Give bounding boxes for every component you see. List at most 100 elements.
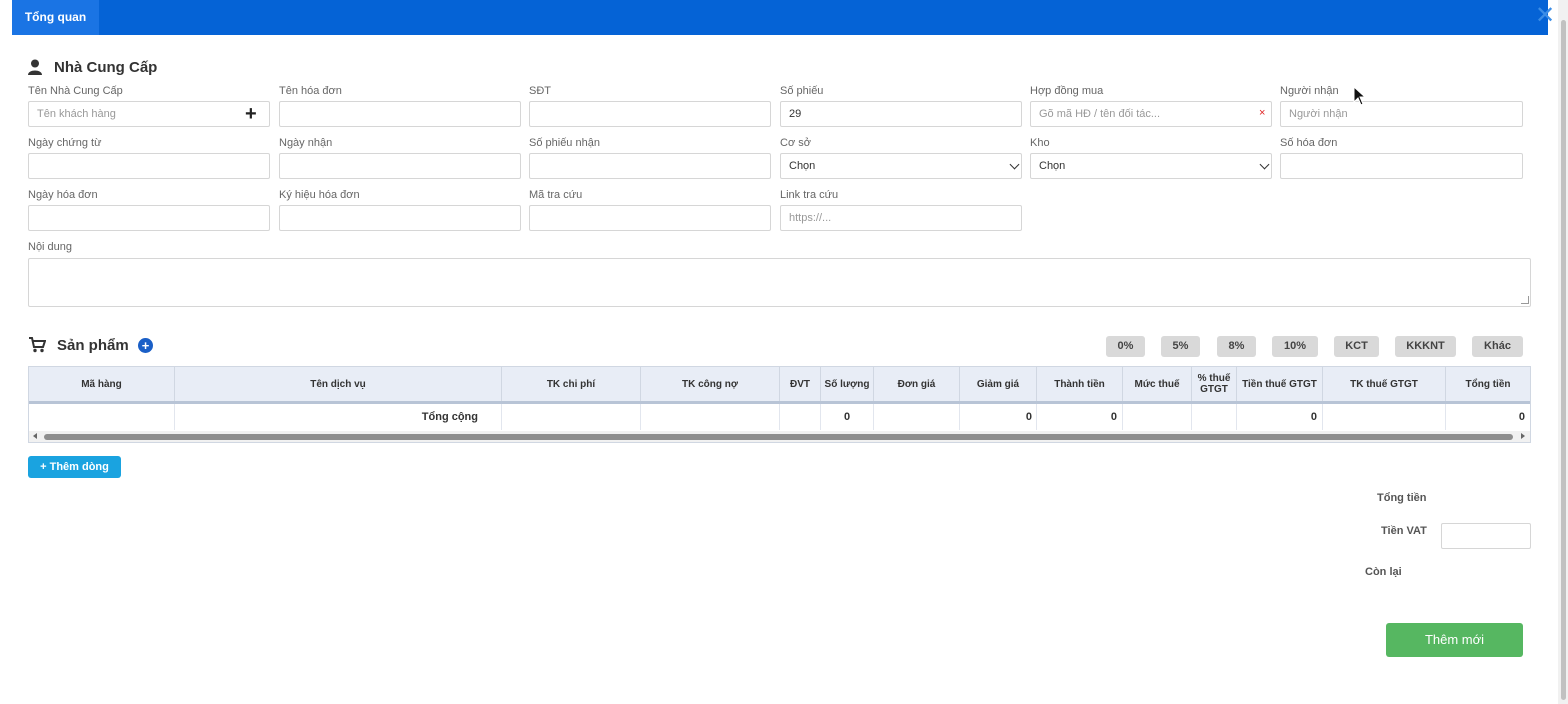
receiver-label: Người nhận — [1280, 85, 1339, 97]
column-header: TK công nợ — [641, 367, 780, 401]
resize-handle-icon[interactable] — [1521, 296, 1529, 304]
document-date-label: Ngày chứng từ — [28, 137, 102, 149]
total-label: Tổng tiền — [1377, 492, 1427, 504]
receipt-no-field[interactable] — [529, 153, 771, 179]
vat-label: Tiền VAT — [1381, 525, 1427, 537]
warehouse-label: Kho — [1030, 137, 1050, 149]
column-header: ĐVT — [780, 367, 821, 401]
table-cell — [780, 404, 821, 430]
voucher-no-label: Số phiếu — [780, 85, 824, 97]
grand-total-cell: 0 — [1518, 411, 1525, 423]
column-header: Mã hàng — [29, 367, 175, 401]
facility-select-value: Chọn — [789, 160, 816, 172]
total-vat-cell: 0 — [1237, 404, 1323, 430]
purchase-contract-label: Hợp đồng mua — [1030, 85, 1104, 97]
column-header: TK thuế GTGT — [1323, 367, 1446, 401]
supplier-section-title: Nhà Cung Cấp — [54, 59, 158, 76]
phone-field[interactable] — [529, 101, 771, 127]
facility-label: Cơ sở — [780, 137, 811, 149]
cart-icon — [29, 337, 46, 353]
scroll-right-icon[interactable] — [1521, 433, 1525, 439]
facility-select[interactable]: Chọn — [780, 153, 1022, 179]
horizontal-scrollbar[interactable] — [29, 431, 1530, 442]
invoice-symbol-field[interactable] — [279, 205, 521, 231]
tax-rate-button[interactable]: 5% — [1161, 336, 1200, 357]
receiver-field[interactable]: Người nhận — [1280, 101, 1523, 127]
invoice-name-field[interactable] — [279, 101, 521, 127]
column-header: Mức thuế — [1123, 367, 1192, 401]
document-date-field[interactable] — [28, 153, 270, 179]
table-cell — [1323, 404, 1446, 430]
invoice-symbol-label: Ký hiệu hóa đơn — [279, 189, 360, 201]
close-icon[interactable]: ✕ — [1534, 3, 1556, 29]
scroll-left-icon[interactable] — [33, 433, 37, 439]
table-cell — [1123, 404, 1192, 430]
user-icon — [28, 59, 42, 75]
tax-rate-button[interactable]: 8% — [1217, 336, 1256, 357]
column-header: Thành tiền — [1037, 367, 1123, 401]
tax-rate-button[interactable]: 0% — [1106, 336, 1145, 357]
table-cell — [29, 404, 175, 430]
table-cell — [874, 404, 960, 430]
receipt-no-label: Số phiếu nhận — [529, 137, 600, 149]
lookup-link-field[interactable]: https://... — [780, 205, 1022, 231]
mouse-cursor-icon — [1353, 86, 1367, 106]
tax-rate-button[interactable]: KKKNT — [1395, 336, 1456, 357]
content-textarea[interactable] — [28, 258, 1531, 307]
lookup-code-label: Mã tra cứu — [529, 189, 583, 201]
warehouse-select[interactable]: Chọn — [1030, 153, 1272, 179]
tab-overview[interactable]: Tổng quan — [12, 0, 99, 35]
received-date-field[interactable] — [279, 153, 521, 179]
invoice-no-label: Số hóa đơn — [1280, 137, 1338, 149]
received-date-label: Ngày nhận — [279, 137, 333, 149]
column-header: Giảm giá — [960, 367, 1037, 401]
purchase-contract-placeholder: Gõ mã HĐ / tên đối tác... — [1039, 108, 1161, 120]
submit-button[interactable]: Thêm mới — [1386, 623, 1523, 657]
tax-rate-button[interactable]: 10% — [1272, 336, 1318, 357]
lookup-link-label: Link tra cứu — [780, 189, 839, 201]
total-quantity-cell: 0 — [821, 404, 874, 430]
column-header: Tiền thuế GTGT — [1237, 367, 1323, 401]
supplier-name-field[interactable]: Tên khách hàng — [28, 101, 270, 127]
total-label-cell: Tổng cộng — [175, 404, 502, 430]
table-footer-row: Tổng cộng 0 0 0 0 0 — [29, 404, 1530, 430]
tax-rate-button[interactable]: KCT — [1334, 336, 1379, 357]
voucher-no-field[interactable]: 29 — [780, 101, 1022, 127]
vertical-scrollbar-thumb[interactable] — [1561, 20, 1566, 700]
table-cell — [502, 404, 641, 430]
table-header: Mã hàng Tên dịch vụ TK chi phí TK công n… — [29, 367, 1530, 401]
column-header: Tổng tiền — [1465, 378, 1511, 390]
total-discount-cell: 0 — [960, 404, 1037, 430]
column-header: % thuế GTGT — [1192, 367, 1237, 401]
top-bar: Tổng quan — [12, 0, 1548, 35]
tax-rate-button[interactable]: Khác — [1472, 336, 1523, 357]
column-header: Đơn giá — [874, 367, 960, 401]
phone-label: SĐT — [529, 85, 551, 97]
table-cell — [1192, 404, 1237, 430]
add-supplier-icon[interactable]: + — [245, 104, 257, 124]
vat-input[interactable] — [1441, 523, 1531, 549]
invoice-no-field[interactable] — [1280, 153, 1523, 179]
table-cell — [641, 404, 780, 430]
warehouse-select-value: Chọn — [1039, 160, 1066, 172]
purchase-contract-field[interactable]: Gõ mã HĐ / tên đối tác... — [1030, 101, 1272, 127]
content-label: Nội dung — [28, 241, 73, 253]
add-row-button[interactable]: + Thêm dòng — [28, 456, 121, 478]
horizontal-scrollbar-thumb[interactable] — [44, 434, 1513, 440]
lookup-code-field[interactable] — [529, 205, 771, 231]
column-header: Số lượng — [821, 367, 874, 401]
lookup-link-placeholder: https://... — [789, 212, 832, 224]
total-amount-cell: 0 — [1037, 404, 1123, 430]
remaining-label: Còn lại — [1365, 566, 1402, 578]
products-section-title: Sản phẩm — [57, 337, 129, 354]
clear-contract-icon[interactable]: × — [1259, 107, 1265, 119]
invoice-date-field[interactable] — [28, 205, 270, 231]
products-table: Mã hàng Tên dịch vụ TK chi phí TK công n… — [28, 366, 1531, 443]
invoice-date-label: Ngày hóa đơn — [28, 189, 98, 201]
supplier-name-placeholder: Tên khách hàng — [37, 108, 116, 120]
add-product-icon[interactable]: + — [138, 338, 153, 353]
supplier-name-label: Tên Nhà Cung Cấp — [28, 85, 123, 97]
column-header: Tên dịch vụ — [175, 367, 502, 401]
invoice-name-label: Tên hóa đơn — [279, 85, 342, 97]
receiver-placeholder: Người nhận — [1289, 108, 1348, 120]
